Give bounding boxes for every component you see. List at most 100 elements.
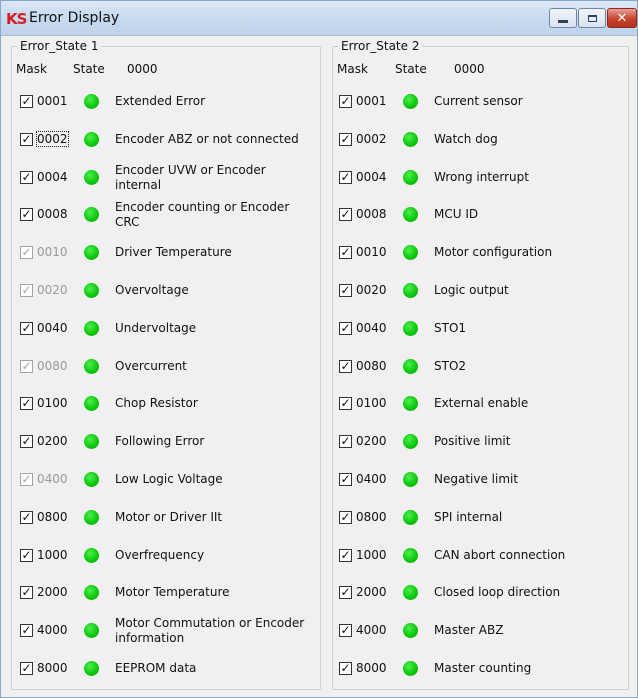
minimize-button[interactable] (549, 8, 577, 28)
mask-checkbox[interactable]: ✓ (339, 397, 352, 411)
mask-code-label: 0800 (356, 509, 387, 524)
error-bit-row: ✓ 0002 Watch dog (339, 130, 629, 152)
mask-code-label: 0008 (356, 207, 387, 222)
mask-checkbox[interactable]: ✓ (339, 435, 352, 449)
mask-checkbox[interactable]: ✓ (339, 510, 352, 524)
error-description: Following Error (115, 434, 205, 449)
state-led-icon (403, 320, 418, 336)
mask-checkbox[interactable]: ✓ (20, 510, 33, 524)
mask-checkbox[interactable]: ✓ (339, 284, 352, 297)
mask-code-label: 2000 (356, 585, 387, 600)
error-description: Overcurrent (115, 358, 187, 373)
error-description: STO2 (434, 358, 467, 373)
mask-checkbox[interactable]: ✓ (339, 246, 352, 260)
error-bit-row: ✓ 0002 Encoder ABZ or not connected (20, 130, 310, 152)
mask-checkbox[interactable]: ✓ (20, 586, 33, 600)
mask-code-label: 0100 (356, 396, 387, 411)
error-bit-row: ✓ 2000 Motor Temperature (20, 583, 310, 605)
mask-code-label: 0200 (356, 434, 387, 449)
state-header: State (395, 62, 427, 76)
mask-checkbox[interactable]: ✓ (20, 662, 33, 675)
error-description: MCU ID (434, 207, 479, 222)
error-state-value: 0000 (127, 62, 158, 76)
minimize-icon (558, 19, 568, 23)
state-led-icon (403, 131, 418, 147)
error-bit-row: ✓ 0004 Wrong interrupt (339, 168, 629, 190)
maximize-button[interactable] (578, 8, 606, 28)
error-bit-row: ✓ 0010 Driver Temperature (20, 243, 310, 265)
mask-code-label: 2000 (37, 585, 68, 600)
error-bit-row: ✓ 4000 Motor Commutation or Encoder inform… (20, 616, 310, 645)
error-description: Overvoltage (115, 283, 189, 297)
state-header: State (73, 62, 105, 76)
app-logo-icon: KS (6, 10, 28, 28)
mask-checkbox[interactable]: ✓ (339, 548, 352, 562)
error-bit-row: ✓ 8000 EEPROM data (20, 659, 310, 681)
error-bit-row: ✓ 2000 Closed loop direction (339, 583, 629, 605)
error-bit-row: ✓ 0008 Encoder counting or Encoder CRC (20, 200, 310, 229)
mask-checkbox[interactable]: ✓ (20, 548, 33, 562)
group-title: Error_State 1 (17, 39, 102, 53)
mask-checkbox[interactable]: ✓ (339, 95, 352, 108)
state-led-icon (403, 585, 418, 601)
error-bit-row: ✓ 0080 STO2 (339, 357, 629, 379)
mask-checkbox: ✓ (20, 283, 33, 297)
mask-code-label: 0004 (37, 169, 68, 184)
error-bit-row: ✓ 0200 Positive limit (339, 432, 629, 454)
error-description: CAN abort connection (434, 547, 566, 562)
state-led-icon (84, 396, 99, 412)
error-description: Encoder UVW or Encoder internal (115, 162, 266, 192)
mask-checkbox[interactable]: ✓ (20, 435, 33, 449)
error-description: Chop Resistor (115, 396, 198, 411)
state-led-icon (84, 661, 99, 676)
mask-checkbox[interactable]: ✓ (339, 359, 352, 373)
window-title: Error Display (29, 10, 120, 26)
mask-checkbox[interactable]: ✓ (339, 170, 352, 184)
error-bit-row: ✓ 0080 Overcurrent (20, 357, 310, 379)
mask-checkbox[interactable]: ✓ (339, 321, 352, 335)
error-bit-row: ✓ 0010 Motor configuration (339, 243, 629, 265)
state-led-icon (403, 509, 418, 525)
error-description: Overfrequency (115, 547, 205, 562)
mask-checkbox[interactable]: ✓ (339, 624, 352, 638)
mask-checkbox[interactable]: ✓ (339, 662, 352, 675)
error-description: Encoder counting or Encoder CRC (115, 200, 290, 230)
mask-checkbox[interactable]: ✓ (339, 208, 352, 222)
title-bar[interactable]: KS Error Display ✕ (1, 1, 637, 36)
error-description: Encoder ABZ or not connected (115, 131, 299, 146)
close-icon: ✕ (616, 10, 628, 26)
error-bit-row: ✓ 0008 MCU ID (339, 205, 629, 227)
mask-checkbox[interactable]: ✓ (339, 473, 352, 486)
mask-code-label: 0002 (36, 130, 69, 147)
mask-code-label: 4000 (356, 623, 387, 638)
mask-checkbox[interactable]: ✓ (20, 132, 33, 146)
mask-checkbox[interactable]: ✓ (339, 586, 352, 600)
mask-code-label: 0010 (356, 245, 387, 260)
error-state-2-group: Error_State 2 Mask State 0000 ✓ 0001 Curre… (332, 39, 629, 690)
state-led-icon (403, 434, 418, 450)
state-led-icon (84, 358, 99, 374)
mask-code-label: 0200 (37, 434, 68, 449)
state-led-icon (403, 245, 418, 261)
mask-checkbox[interactable]: ✓ (20, 95, 33, 108)
state-led-icon (84, 207, 99, 223)
mask-checkbox[interactable]: ✓ (339, 132, 352, 146)
error-description: Positive limit (434, 434, 511, 449)
mask-code-label: 0002 (356, 131, 387, 146)
state-led-icon (84, 434, 99, 450)
state-led-icon (84, 509, 99, 525)
error-bit-row: ✓ 0100 Chop Resistor (20, 394, 310, 416)
state-led-icon (403, 169, 418, 185)
mask-code-label: 1000 (37, 547, 68, 562)
error-bit-row: ✓ 0040 STO1 (339, 319, 629, 341)
mask-checkbox[interactable]: ✓ (20, 397, 33, 411)
state-led-icon (84, 320, 99, 336)
error-bit-row: ✓ 0200 Following Error (20, 432, 310, 454)
error-bit-row: ✓ 0004 Encoder UVW or Encoder internal (20, 163, 310, 192)
mask-checkbox[interactable]: ✓ (20, 624, 33, 638)
mask-checkbox[interactable]: ✓ (20, 208, 33, 222)
mask-checkbox[interactable]: ✓ (20, 170, 33, 184)
error-description: Driver Temperature (115, 245, 232, 260)
mask-checkbox[interactable]: ✓ (20, 321, 33, 335)
close-button[interactable]: ✕ (607, 8, 637, 28)
